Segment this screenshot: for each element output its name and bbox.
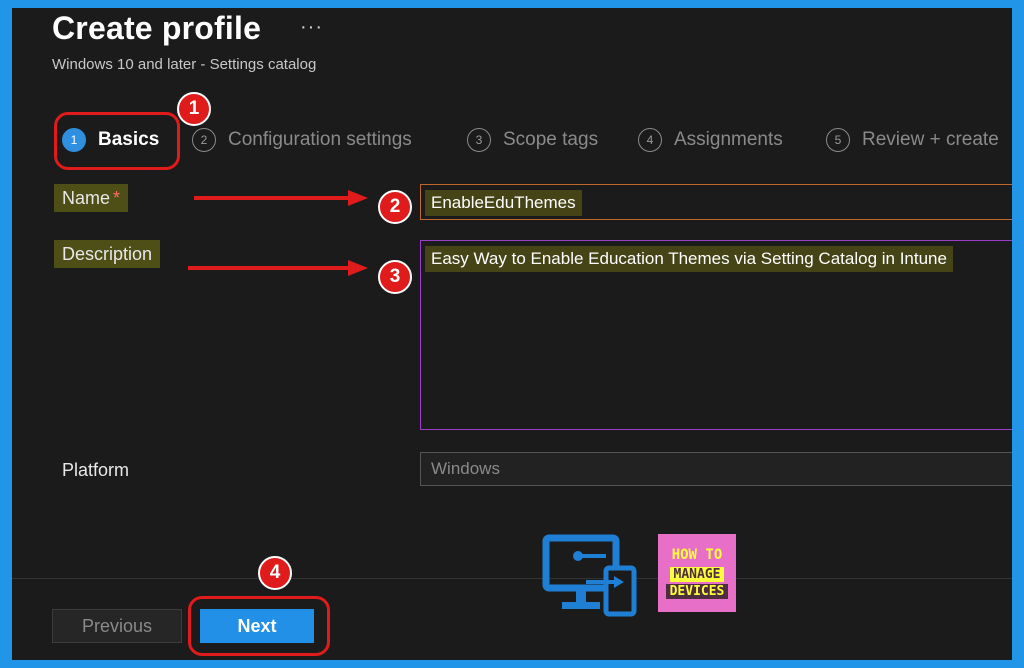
- description-label: Description: [54, 240, 161, 268]
- step-number: 5: [826, 128, 850, 152]
- footer-divider: [12, 578, 1012, 579]
- tab-configuration-settings[interactable]: 2 Configuration settings: [192, 128, 412, 152]
- name-label-text: Name: [62, 188, 111, 208]
- step-label: Configuration settings: [228, 129, 412, 150]
- platform-field: Windows: [420, 452, 1012, 486]
- logo-line-3: DEVICES: [665, 584, 729, 599]
- description-value: Easy Way to Enable Education Themes via …: [425, 246, 953, 272]
- annotation-badge-4: 4: [258, 556, 292, 590]
- how-to-manage-devices-logo: HOW TO MANAGE DEVICES: [658, 534, 736, 612]
- annotation-badge-2: 2: [378, 190, 412, 224]
- step-label: Review + create: [862, 129, 999, 150]
- tab-assignments[interactable]: 4 Assignments: [638, 128, 783, 152]
- portal-screen: Create profile ··· Windows 10 and later …: [12, 8, 1012, 660]
- logo-line-2: MANAGE: [669, 567, 725, 582]
- name-input[interactable]: EnableEduThemes: [420, 184, 1012, 220]
- description-textarea[interactable]: Easy Way to Enable Education Themes via …: [420, 240, 1012, 430]
- description-label-text: Description: [54, 240, 161, 268]
- name-input-value: EnableEduThemes: [425, 190, 582, 216]
- platform-label: Platform: [62, 460, 130, 480]
- tab-scope-tags[interactable]: 3 Scope tags: [467, 128, 598, 152]
- tab-review-create[interactable]: 5 Review + create: [826, 128, 999, 152]
- step-number: 4: [638, 128, 662, 152]
- previous-button[interactable]: Previous: [52, 609, 182, 643]
- page-title: Create profile: [52, 10, 262, 46]
- step-label: Assignments: [674, 129, 783, 150]
- required-mark: *: [113, 188, 121, 208]
- arrow-to-name-icon: [194, 190, 368, 206]
- step-label: Scope tags: [503, 129, 599, 150]
- more-options-icon[interactable]: ···: [300, 16, 323, 39]
- name-label: Name *: [54, 184, 129, 212]
- arrow-to-description-icon: [188, 260, 368, 276]
- page-subtitle: Windows 10 and later - Settings catalog: [52, 56, 317, 73]
- annotation-ring-next: [188, 596, 330, 656]
- step-number: 2: [192, 128, 216, 152]
- logo-line-1: HOW TO: [671, 547, 723, 563]
- annotation-ring-basics: [54, 112, 180, 170]
- annotation-badge-3: 3: [378, 260, 412, 294]
- step-number: 3: [467, 128, 491, 152]
- annotation-badge-1: 1: [177, 92, 211, 126]
- monitor-icon: [542, 534, 637, 617]
